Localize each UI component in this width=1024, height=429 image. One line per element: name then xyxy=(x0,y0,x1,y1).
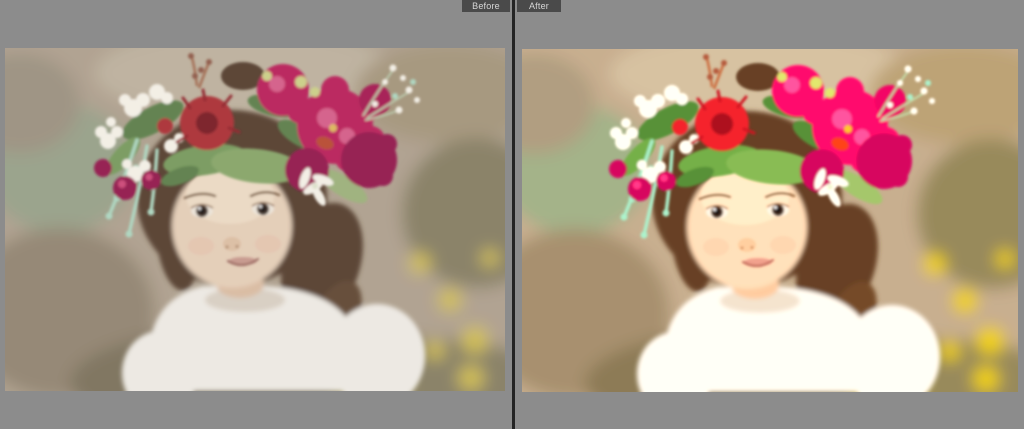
compare-view: Before After xyxy=(0,0,1024,429)
after-tab: After xyxy=(517,0,561,12)
after-photo[interactable] xyxy=(522,49,1018,392)
after-photo-image xyxy=(522,49,1018,392)
after-tab-label: After xyxy=(529,1,549,11)
before-photo-image xyxy=(5,48,505,391)
pane-divider xyxy=(512,0,515,429)
before-tab: Before xyxy=(462,0,510,12)
before-photo[interactable] xyxy=(5,48,505,391)
before-tab-label: Before xyxy=(472,1,500,11)
